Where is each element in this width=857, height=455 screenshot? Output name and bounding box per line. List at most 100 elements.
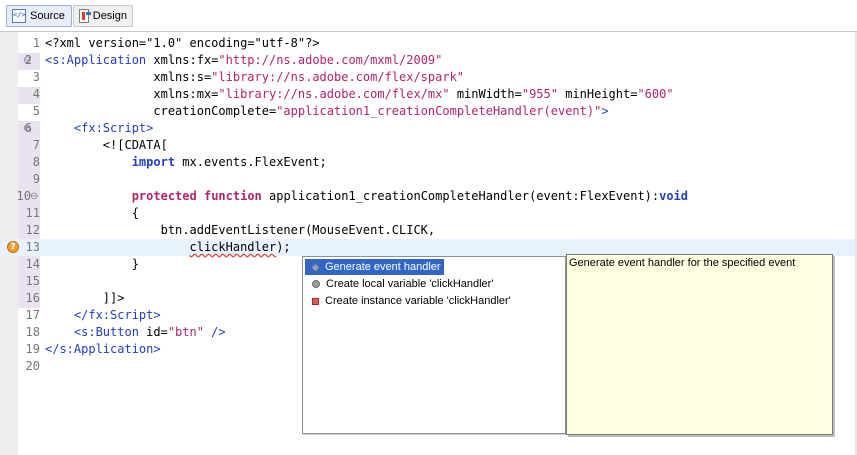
code-text: import mx.events.FlexEvent; <box>45 154 327 171</box>
code-line[interactable]: 7 <![CDATA[ <box>0 137 857 154</box>
design-view-icon <box>79 9 91 23</box>
code-rest: application1_creationCompleteHandler(eve… <box>261 189 660 203</box>
line-number: 5 <box>32 104 40 118</box>
quick-fix-item[interactable]: Create instance variable 'clickHandler' <box>305 293 514 309</box>
code-text: clickHandler); <box>45 239 291 256</box>
code-line[interactable]: 4 xmlns:mx="library://ns.adobe.com/flex/… <box>0 86 857 103</box>
code-text: <![CDATA[ <box>45 138 168 152</box>
code-line[interactable]: ⊖ 2 <s:Application xmlns:fx="http://ns.a… <box>0 52 857 69</box>
keyword: import <box>131 155 176 169</box>
quick-fix-item[interactable]: Generate event handler <box>305 259 444 275</box>
code-line[interactable]: ⊖ 6 <fx:Script> <box>0 120 857 137</box>
source-code-icon <box>12 9 26 23</box>
xml-attr: minHeight= <box>557 87 638 101</box>
code-rest: mx.events.FlexEvent; <box>175 155 327 169</box>
line-number: 8 <box>32 155 40 169</box>
error-identifier[interactable]: clickHandler <box>190 240 277 254</box>
xml-attr: id= <box>138 325 168 339</box>
xml-tag: <s:Application <box>45 53 147 67</box>
tooltip-text: Generate event handler for the specified… <box>569 257 796 269</box>
line-number: 12 <box>25 223 40 237</box>
code-line[interactable]: 11 { <box>0 205 857 222</box>
xml-tag: /> <box>203 325 226 339</box>
code-text: <fx:Script> <box>45 121 154 135</box>
line-number: 4 <box>32 87 40 101</box>
code-line[interactable]: 12 btn.addEventListener(MouseEvent.CLICK… <box>0 222 857 239</box>
code-text: protected function application1_creation… <box>45 188 688 205</box>
quick-fix-description-tooltip: Generate event handler for the specified… <box>566 254 833 435</box>
line-number: 7 <box>32 138 40 152</box>
code-text: } <box>45 257 139 271</box>
quick-fix-popup[interactable]: Generate event handler Create local vari… <box>302 256 566 434</box>
code-line[interactable]: 8 import mx.events.FlexEvent; <box>0 154 857 171</box>
code-text: <?xml version="1.0" encoding="utf-8"?> <box>45 36 320 50</box>
quick-fix-item[interactable]: Create local variable 'clickHandler' <box>305 276 496 292</box>
keyword: protected <box>131 189 197 203</box>
code-rest: ); <box>276 240 291 254</box>
line-number: 20 <box>25 359 40 373</box>
line-number: 18 <box>25 325 40 339</box>
line-number: 6 <box>24 121 32 135</box>
line-number: 19 <box>25 342 40 356</box>
xml-value: "955" <box>521 87 558 101</box>
line-number: 11 <box>25 206 40 220</box>
line-number: 13 <box>25 240 40 254</box>
line-number: 15 <box>25 274 40 288</box>
editor-toolbar: Source Design <box>0 0 857 31</box>
line-number: 9 <box>32 172 40 186</box>
code-text: <s:Application xmlns:fx="http://ns.adobe… <box>45 52 442 69</box>
code-line[interactable]: 1 <?xml version="1.0" encoding="utf-8"?> <box>0 35 857 52</box>
code-text: <s:Button id="btn" /> <box>45 324 226 341</box>
line-number: 10 <box>16 189 31 203</box>
line-number: 14 <box>25 257 40 271</box>
xml-value: "http://ns.adobe.com/mxml/2009" <box>218 53 443 67</box>
xml-value: "600" <box>637 87 674 101</box>
tab-design-label: Design <box>92 10 127 22</box>
code-line[interactable]: 3 xmlns:s="library://ns.adobe.com/flex/s… <box>0 69 857 86</box>
quick-fix-label: Generate event handler <box>325 261 441 273</box>
keyword: function <box>203 189 262 203</box>
xml-value: "library://ns.adobe.com/flex/spark" <box>211 70 465 84</box>
line-number: 3 <box>32 70 40 84</box>
xml-attr: xmlns:s= <box>153 70 212 84</box>
line-number: 17 <box>25 308 40 322</box>
xml-attr: xmlns:mx= <box>153 87 219 101</box>
line-number: 2 <box>24 53 32 67</box>
xml-tag: > <box>601 104 609 118</box>
xml-value: "btn" <box>167 325 204 339</box>
code-text: creationComplete="application1_creationC… <box>45 103 609 120</box>
code-text: { <box>45 206 139 220</box>
code-text: </s:Application> <box>45 342 161 356</box>
code-text: ]]> <box>45 291 125 305</box>
local-variable-icon <box>312 280 320 288</box>
line-number: 16 <box>25 291 40 305</box>
tab-source-label: Source <box>30 10 65 22</box>
xml-attr: xmlns:fx= <box>146 53 219 67</box>
xml-attr: minWidth= <box>449 87 522 101</box>
keyword: void <box>659 189 689 203</box>
xml-value: "library://ns.adobe.com/flex/mx" <box>218 87 450 101</box>
quick-fix-label: Create instance variable 'clickHandler' <box>325 295 511 307</box>
xml-value: "application1_creationCompleteHandler(ev… <box>276 104 602 118</box>
tab-source[interactable]: Source <box>6 5 72 27</box>
method-diamond-icon <box>310 262 321 272</box>
quick-fix-label: Create local variable 'clickHandler' <box>326 278 494 290</box>
code-text: btn.addEventListener(MouseEvent.CLICK, <box>45 223 436 237</box>
line-number: 1 <box>32 36 40 50</box>
instance-variable-icon <box>312 297 319 305</box>
code-line[interactable]: 9 <box>0 171 857 188</box>
code-line[interactable]: 5 creationComplete="application1_creatio… <box>0 103 857 120</box>
xml-tag: <s:Button <box>45 325 139 339</box>
tab-design[interactable]: Design <box>73 5 133 27</box>
code-line[interactable]: ⊖ 10 protected function application1_cre… <box>0 188 857 205</box>
code-text: </fx:Script> <box>45 308 161 322</box>
code-text: xmlns:s="library://ns.adobe.com/flex/spa… <box>45 69 464 86</box>
code-text: xmlns:mx="library://ns.adobe.com/flex/mx… <box>45 86 674 103</box>
